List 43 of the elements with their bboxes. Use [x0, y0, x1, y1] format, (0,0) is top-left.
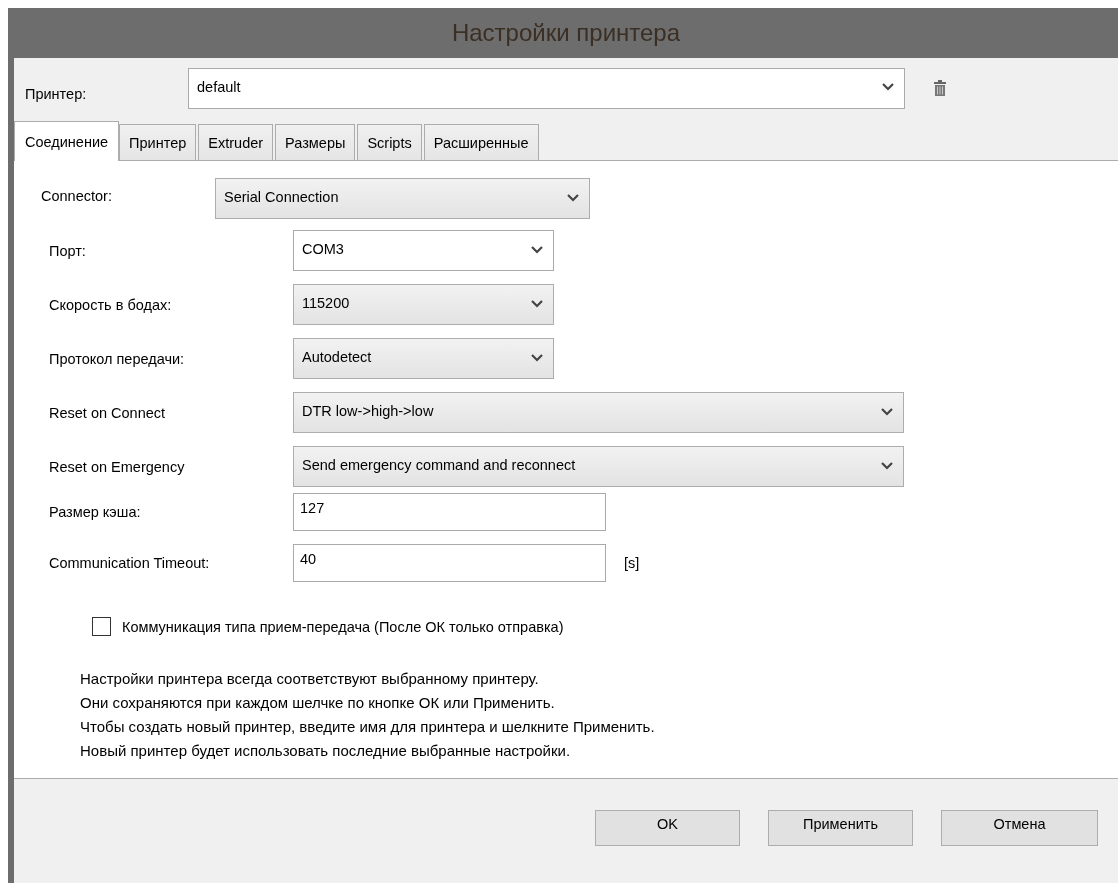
- tab[interactable]: Размеры: [275, 124, 356, 160]
- tab[interactable]: Принтер: [119, 124, 197, 160]
- chevron-icon: [531, 353, 543, 362]
- dropdown[interactable]: Send emergency command and reconnect: [293, 446, 904, 487]
- field-label: Порт:: [49, 242, 87, 259]
- printer-dropdown[interactable]: default: [188, 67, 905, 109]
- chevron-icon: [881, 461, 893, 470]
- dropdown[interactable]: 115200: [293, 284, 554, 325]
- chevron-icon: [531, 245, 543, 254]
- tab[interactable]: Extruder: [198, 124, 274, 160]
- tab[interactable]: Scripts: [357, 124, 422, 160]
- field-label: Скорость в бодах:: [49, 296, 173, 313]
- checkbox[interactable]: [92, 617, 111, 636]
- tab[interactable]: Соединение: [14, 121, 120, 161]
- field-label: Reset on Emergency: [49, 458, 186, 475]
- info-text: Чтобы создать новый принтер, введите имя для принтера и шелкните Применить.: [80, 718, 656, 736]
- tab[interactable]: Расширенные: [423, 124, 539, 160]
- chevron-icon: [567, 193, 579, 202]
- chevron-icon: [881, 407, 893, 416]
- ok-button[interactable]: OK: [595, 810, 740, 846]
- cancel-button[interactable]: Отмена: [941, 810, 1098, 846]
- dropdown[interactable]: COM3: [293, 230, 554, 271]
- chevron-icon: [882, 83, 894, 91]
- chevron-icon: [531, 299, 543, 308]
- field-label: Connector:: [41, 187, 113, 206]
- info-text: Они сохраняются при каждом шелчке по кнопке ОК или Применить.: [80, 694, 556, 712]
- window-title: Настройки принтера: [451, 19, 681, 47]
- input-field[interactable]: 40: [293, 544, 606, 582]
- checkbox-label: Коммуникация типа прием-передача (После ОК только отправка): [122, 618, 564, 635]
- trash-icon[interactable]: [933, 79, 947, 97]
- dropdown[interactable]: Autodetect: [293, 338, 554, 379]
- field-label: Протокол передачи:: [49, 350, 186, 367]
- input-field[interactable]: 127: [293, 493, 606, 531]
- field-label: Размер кэша:: [49, 504, 142, 520]
- unit-label: [s]: [624, 555, 640, 571]
- field-label: Communication Timeout:: [49, 555, 211, 571]
- info-text: Новый принтер будет использовать последние выбранные настройки.: [80, 742, 572, 760]
- apply-button[interactable]: Применить: [768, 810, 913, 846]
- printer-label: Принтер:: [25, 85, 88, 102]
- dropdown[interactable]: Serial Connection: [215, 178, 590, 219]
- dropdown[interactable]: DTR low->high->low: [293, 392, 904, 433]
- field-label: Reset on Connect: [49, 404, 167, 421]
- info-text: Настройки принтера всегда соответствуют выбранному принтеру.: [80, 670, 540, 688]
